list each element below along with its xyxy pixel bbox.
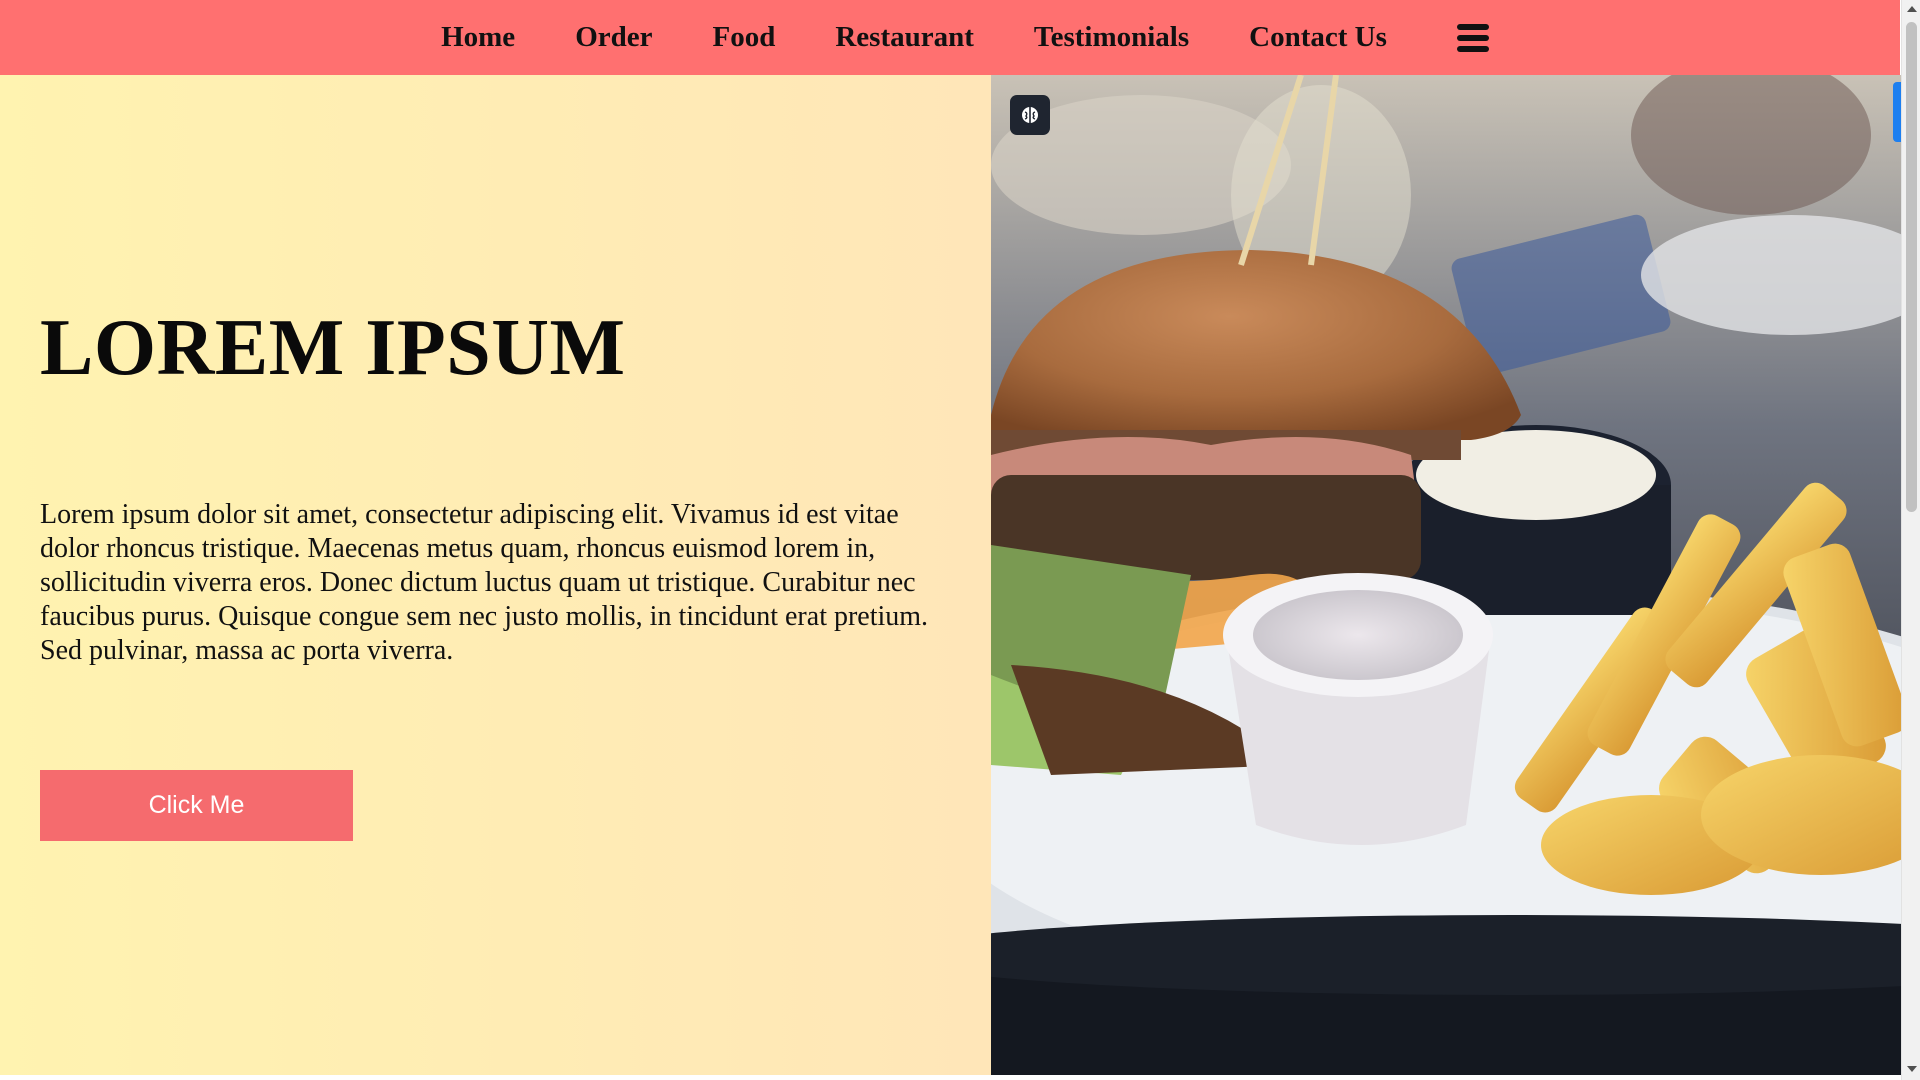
nav-link-home[interactable]: Home <box>441 23 515 52</box>
nav-link-testimonials[interactable]: Testimonials <box>1034 23 1189 52</box>
hero-title: LOREM IPSUM <box>40 304 626 392</box>
scroll-up-arrow-icon[interactable] <box>1907 6 1917 12</box>
nav-link-order[interactable]: Order <box>575 23 652 52</box>
burger-and-fries-photo <box>991 75 1901 1075</box>
brain-glyph <box>1022 107 1038 123</box>
hamburger-menu-icon[interactable] <box>1456 22 1489 54</box>
click-me-button[interactable]: Click Me <box>40 770 353 841</box>
hero-description: Lorem ipsum dolor sit amet, consectetur … <box>40 499 929 666</box>
nav-link-contact-us[interactable]: Contact Us <box>1249 23 1387 52</box>
hamburger-bar <box>1456 23 1489 30</box>
top-navbar: Home Order Food Restaurant Testimonials … <box>0 0 1900 75</box>
nav-link-food[interactable]: Food <box>713 23 776 52</box>
hamburger-bar <box>1456 34 1489 41</box>
hero-section: LOREM IPSUM Lorem ipsum dolor sit amet, … <box>0 75 991 1075</box>
brain-icon[interactable] <box>1010 95 1050 135</box>
scrollbar-thumb[interactable] <box>1906 22 1917 512</box>
hamburger-bar <box>1456 45 1489 52</box>
side-panel-tab[interactable] <box>1893 82 1901 142</box>
page-scrollbar[interactable] <box>1901 0 1920 1080</box>
nav-link-restaurant[interactable]: Restaurant <box>835 23 974 52</box>
scroll-down-arrow-icon[interactable] <box>1907 1066 1917 1072</box>
